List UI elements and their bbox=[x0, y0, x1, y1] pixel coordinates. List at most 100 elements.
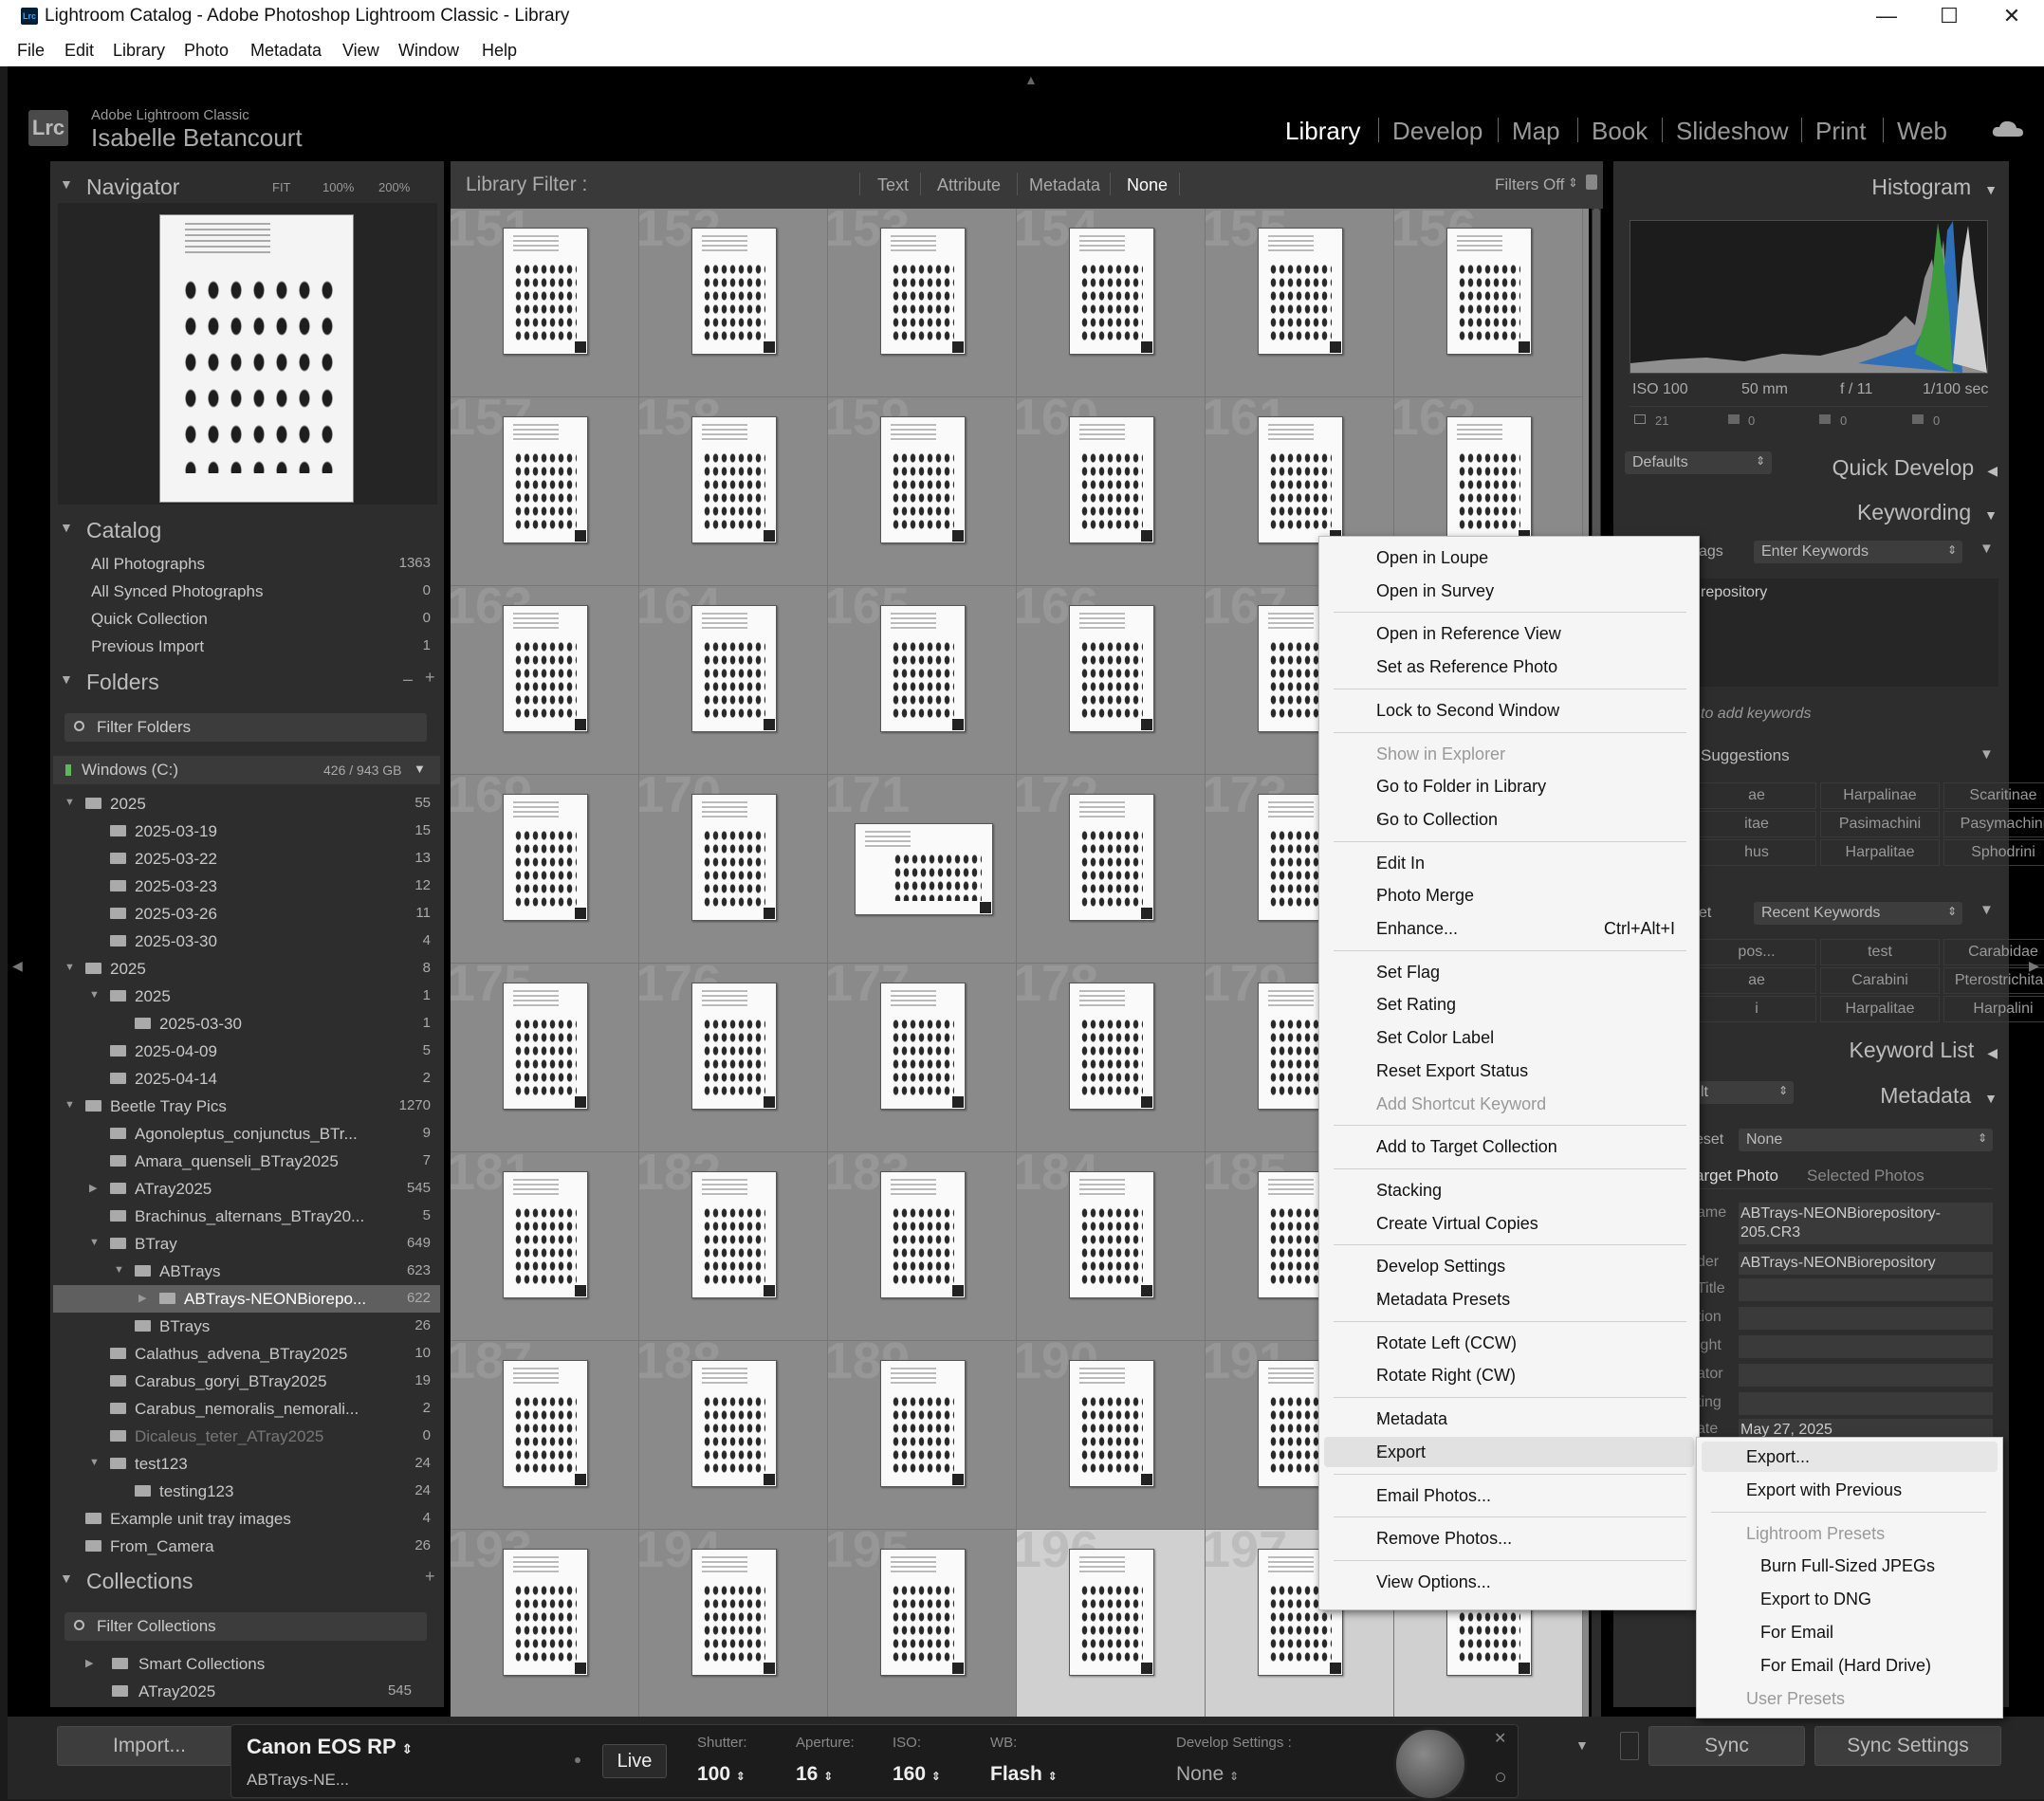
module-book[interactable]: Book bbox=[1592, 117, 1648, 146]
menu-item[interactable]: Set Color Label › bbox=[1324, 1022, 1694, 1053]
tab-selected-photos[interactable]: Selected Photos bbox=[1807, 1167, 1924, 1185]
grid-cell[interactable]: 175 bbox=[451, 964, 639, 1152]
collapse-triangle-icon[interactable]: ▼ bbox=[64, 797, 75, 808]
folder-item[interactable]: ▼ ABTrays 623 bbox=[53, 1258, 440, 1285]
grid-cell[interactable]: 190 bbox=[1017, 1341, 1206, 1530]
edited-badge-icon[interactable] bbox=[1140, 1662, 1153, 1675]
keyword-suggestion[interactable]: ae bbox=[1697, 782, 1816, 809]
keyword-tags-select[interactable]: Enter Keywords ⇕ bbox=[1754, 541, 1962, 563]
import-button[interactable]: Import... bbox=[57, 1726, 242, 1766]
keyword-suggestion[interactable]: Carabini bbox=[1820, 967, 1940, 994]
folder-item[interactable]: 2025-04-14 2 bbox=[53, 1065, 440, 1093]
submenu-item[interactable]: Burn Full-Sized JPEGs bbox=[1702, 1551, 1998, 1581]
menu-edit[interactable]: Edit bbox=[64, 41, 94, 61]
grid-cell[interactable]: 172 bbox=[1017, 775, 1206, 964]
grid-cell[interactable]: 177 bbox=[828, 964, 1017, 1152]
navigator-preview[interactable] bbox=[58, 203, 437, 505]
keyword-suggestion[interactable]: i bbox=[1697, 996, 1816, 1022]
clipping-icon[interactable] bbox=[1728, 414, 1740, 424]
close-hud-icon[interactable]: ✕ bbox=[1494, 1729, 1506, 1748]
grid-cell[interactable]: 154 bbox=[1017, 209, 1206, 397]
keyword-set-select[interactable]: Recent Keywords ⇕ bbox=[1754, 902, 1962, 925]
collection-smart[interactable]: ▶ Smart Collections bbox=[53, 1650, 440, 1678]
navigator-header[interactable]: ▼ Navigator FIT 100% 200% bbox=[50, 165, 444, 207]
add-folder-button[interactable]: + bbox=[425, 668, 435, 688]
sync-button[interactable]: Sync bbox=[1648, 1726, 1805, 1766]
folder-item[interactable]: From_Camera 26 bbox=[53, 1533, 440, 1560]
edited-badge-icon[interactable] bbox=[763, 1095, 776, 1109]
grid-cell[interactable]: 158 bbox=[639, 397, 828, 586]
submenu-item[interactable]: Export with Previous bbox=[1702, 1475, 1998, 1505]
folder-item[interactable]: ▼ BTray 649 bbox=[53, 1230, 440, 1258]
menu-item[interactable]: Stacking › bbox=[1324, 1175, 1694, 1205]
menu-item[interactable]: Add to Target Collection bbox=[1324, 1131, 1694, 1162]
collections-header[interactable]: ▼ Collections + bbox=[50, 1559, 444, 1601]
folder-item[interactable]: 2025-03-22 13 bbox=[53, 845, 440, 873]
edited-badge-icon[interactable] bbox=[951, 1662, 965, 1675]
grid-cell[interactable]: 181 bbox=[451, 1152, 639, 1341]
zoom-fit[interactable]: FIT bbox=[272, 180, 291, 194]
module-print[interactable]: Print bbox=[1815, 117, 1866, 146]
module-develop[interactable]: Develop bbox=[1392, 117, 1482, 146]
minimize-button[interactable]: — bbox=[1855, 0, 1918, 34]
edited-badge-icon[interactable] bbox=[979, 901, 992, 914]
edited-badge-icon[interactable] bbox=[1518, 340, 1531, 354]
develop-settings-select[interactable]: None ⇕ bbox=[1176, 1763, 1239, 1786]
edited-badge-icon[interactable] bbox=[763, 529, 776, 542]
filters-status[interactable]: Filters Off bbox=[1495, 175, 1564, 194]
grid-cell[interactable]: 151 bbox=[451, 209, 639, 397]
histogram-header[interactable]: Histogram ▼ bbox=[1871, 175, 1998, 200]
menu-metadata[interactable]: Metadata bbox=[250, 41, 322, 61]
grid-cell[interactable]: 152 bbox=[639, 209, 828, 397]
photo-thumbnail[interactable] bbox=[691, 228, 777, 355]
grid-cell[interactable]: 184 bbox=[1017, 1152, 1206, 1341]
menu-item[interactable]: Open in Reference View bbox=[1324, 618, 1694, 649]
expand-triangle-icon[interactable]: ▶ bbox=[138, 1292, 146, 1304]
submenu-item[interactable]: For Email bbox=[1702, 1617, 1998, 1647]
keyword-suggestion[interactable]: itae bbox=[1697, 811, 1816, 837]
quick-develop-header[interactable]: Quick Develop ◀ bbox=[1832, 455, 1998, 481]
photo-thumbnail[interactable] bbox=[691, 794, 777, 921]
menu-item[interactable]: Email Photos... bbox=[1324, 1480, 1694, 1511]
folder-item[interactable]: ▼ 2025 8 bbox=[53, 955, 440, 983]
clipping-icon[interactable] bbox=[1912, 414, 1924, 424]
photo-thumbnail[interactable] bbox=[503, 416, 588, 543]
edited-badge-icon[interactable] bbox=[574, 1473, 587, 1486]
keyword-suggestion[interactable]: test bbox=[1820, 939, 1940, 965]
live-view-button[interactable]: Live bbox=[602, 1744, 667, 1778]
auto-sync-toggle[interactable] bbox=[1620, 1732, 1639, 1760]
edited-badge-icon[interactable] bbox=[1518, 1662, 1531, 1675]
edited-badge-icon[interactable] bbox=[1140, 529, 1153, 542]
photo-thumbnail[interactable] bbox=[1069, 1360, 1154, 1487]
collapse-triangle-icon[interactable]: ▼ bbox=[64, 1099, 75, 1111]
edited-badge-icon[interactable] bbox=[574, 1095, 587, 1109]
menu-window[interactable]: Window bbox=[398, 41, 459, 61]
folder-item[interactable]: Agonoleptus_conjunctus_BTr... 9 bbox=[53, 1120, 440, 1148]
keyword-suggestion[interactable]: Harpalinae bbox=[1820, 782, 1940, 809]
iso-select[interactable]: 160 ⇕ bbox=[893, 1763, 941, 1786]
grid-cell[interactable]: 193 bbox=[451, 1530, 639, 1718]
menu-item[interactable]: Enhance... Ctrl+Alt+I bbox=[1324, 913, 1694, 944]
photo-thumbnail[interactable] bbox=[880, 228, 966, 355]
edited-badge-icon[interactable] bbox=[574, 907, 587, 920]
photo-thumbnail[interactable] bbox=[1069, 794, 1154, 921]
cloud-icon[interactable] bbox=[1992, 119, 2024, 137]
menu-item[interactable]: Go to Collection › bbox=[1324, 804, 1694, 835]
menu-item[interactable]: Photo Merge › bbox=[1324, 880, 1694, 910]
photo-thumbnail[interactable] bbox=[691, 1171, 777, 1298]
photo-thumbnail[interactable] bbox=[1258, 416, 1343, 543]
collapse-triangle-icon[interactable]: ▼ bbox=[89, 1457, 100, 1468]
menu-item[interactable]: Rotate Left (CCW) bbox=[1324, 1328, 1694, 1358]
quick-develop-preset-select[interactable]: Defaults ⇕ bbox=[1625, 451, 1772, 474]
zoom-100[interactable]: 100% bbox=[322, 180, 354, 194]
grid-cell[interactable]: 163 bbox=[451, 586, 639, 775]
folder-item[interactable]: ▼ 2025 55 bbox=[53, 790, 440, 818]
menu-item[interactable]: Edit In › bbox=[1324, 848, 1694, 878]
left-panel-toggle-icon[interactable]: ◀ bbox=[12, 958, 23, 974]
edited-badge-icon[interactable] bbox=[951, 1095, 965, 1109]
edited-badge-icon[interactable] bbox=[574, 718, 587, 731]
histogram-chart[interactable] bbox=[1630, 220, 1988, 374]
folders-header[interactable]: ▼ Folders – + bbox=[50, 660, 444, 702]
keyword-suggestion[interactable]: hus bbox=[1697, 839, 1816, 866]
folder-item[interactable]: ▶ ABTrays-NEONBiorepo... 622 bbox=[53, 1285, 440, 1313]
